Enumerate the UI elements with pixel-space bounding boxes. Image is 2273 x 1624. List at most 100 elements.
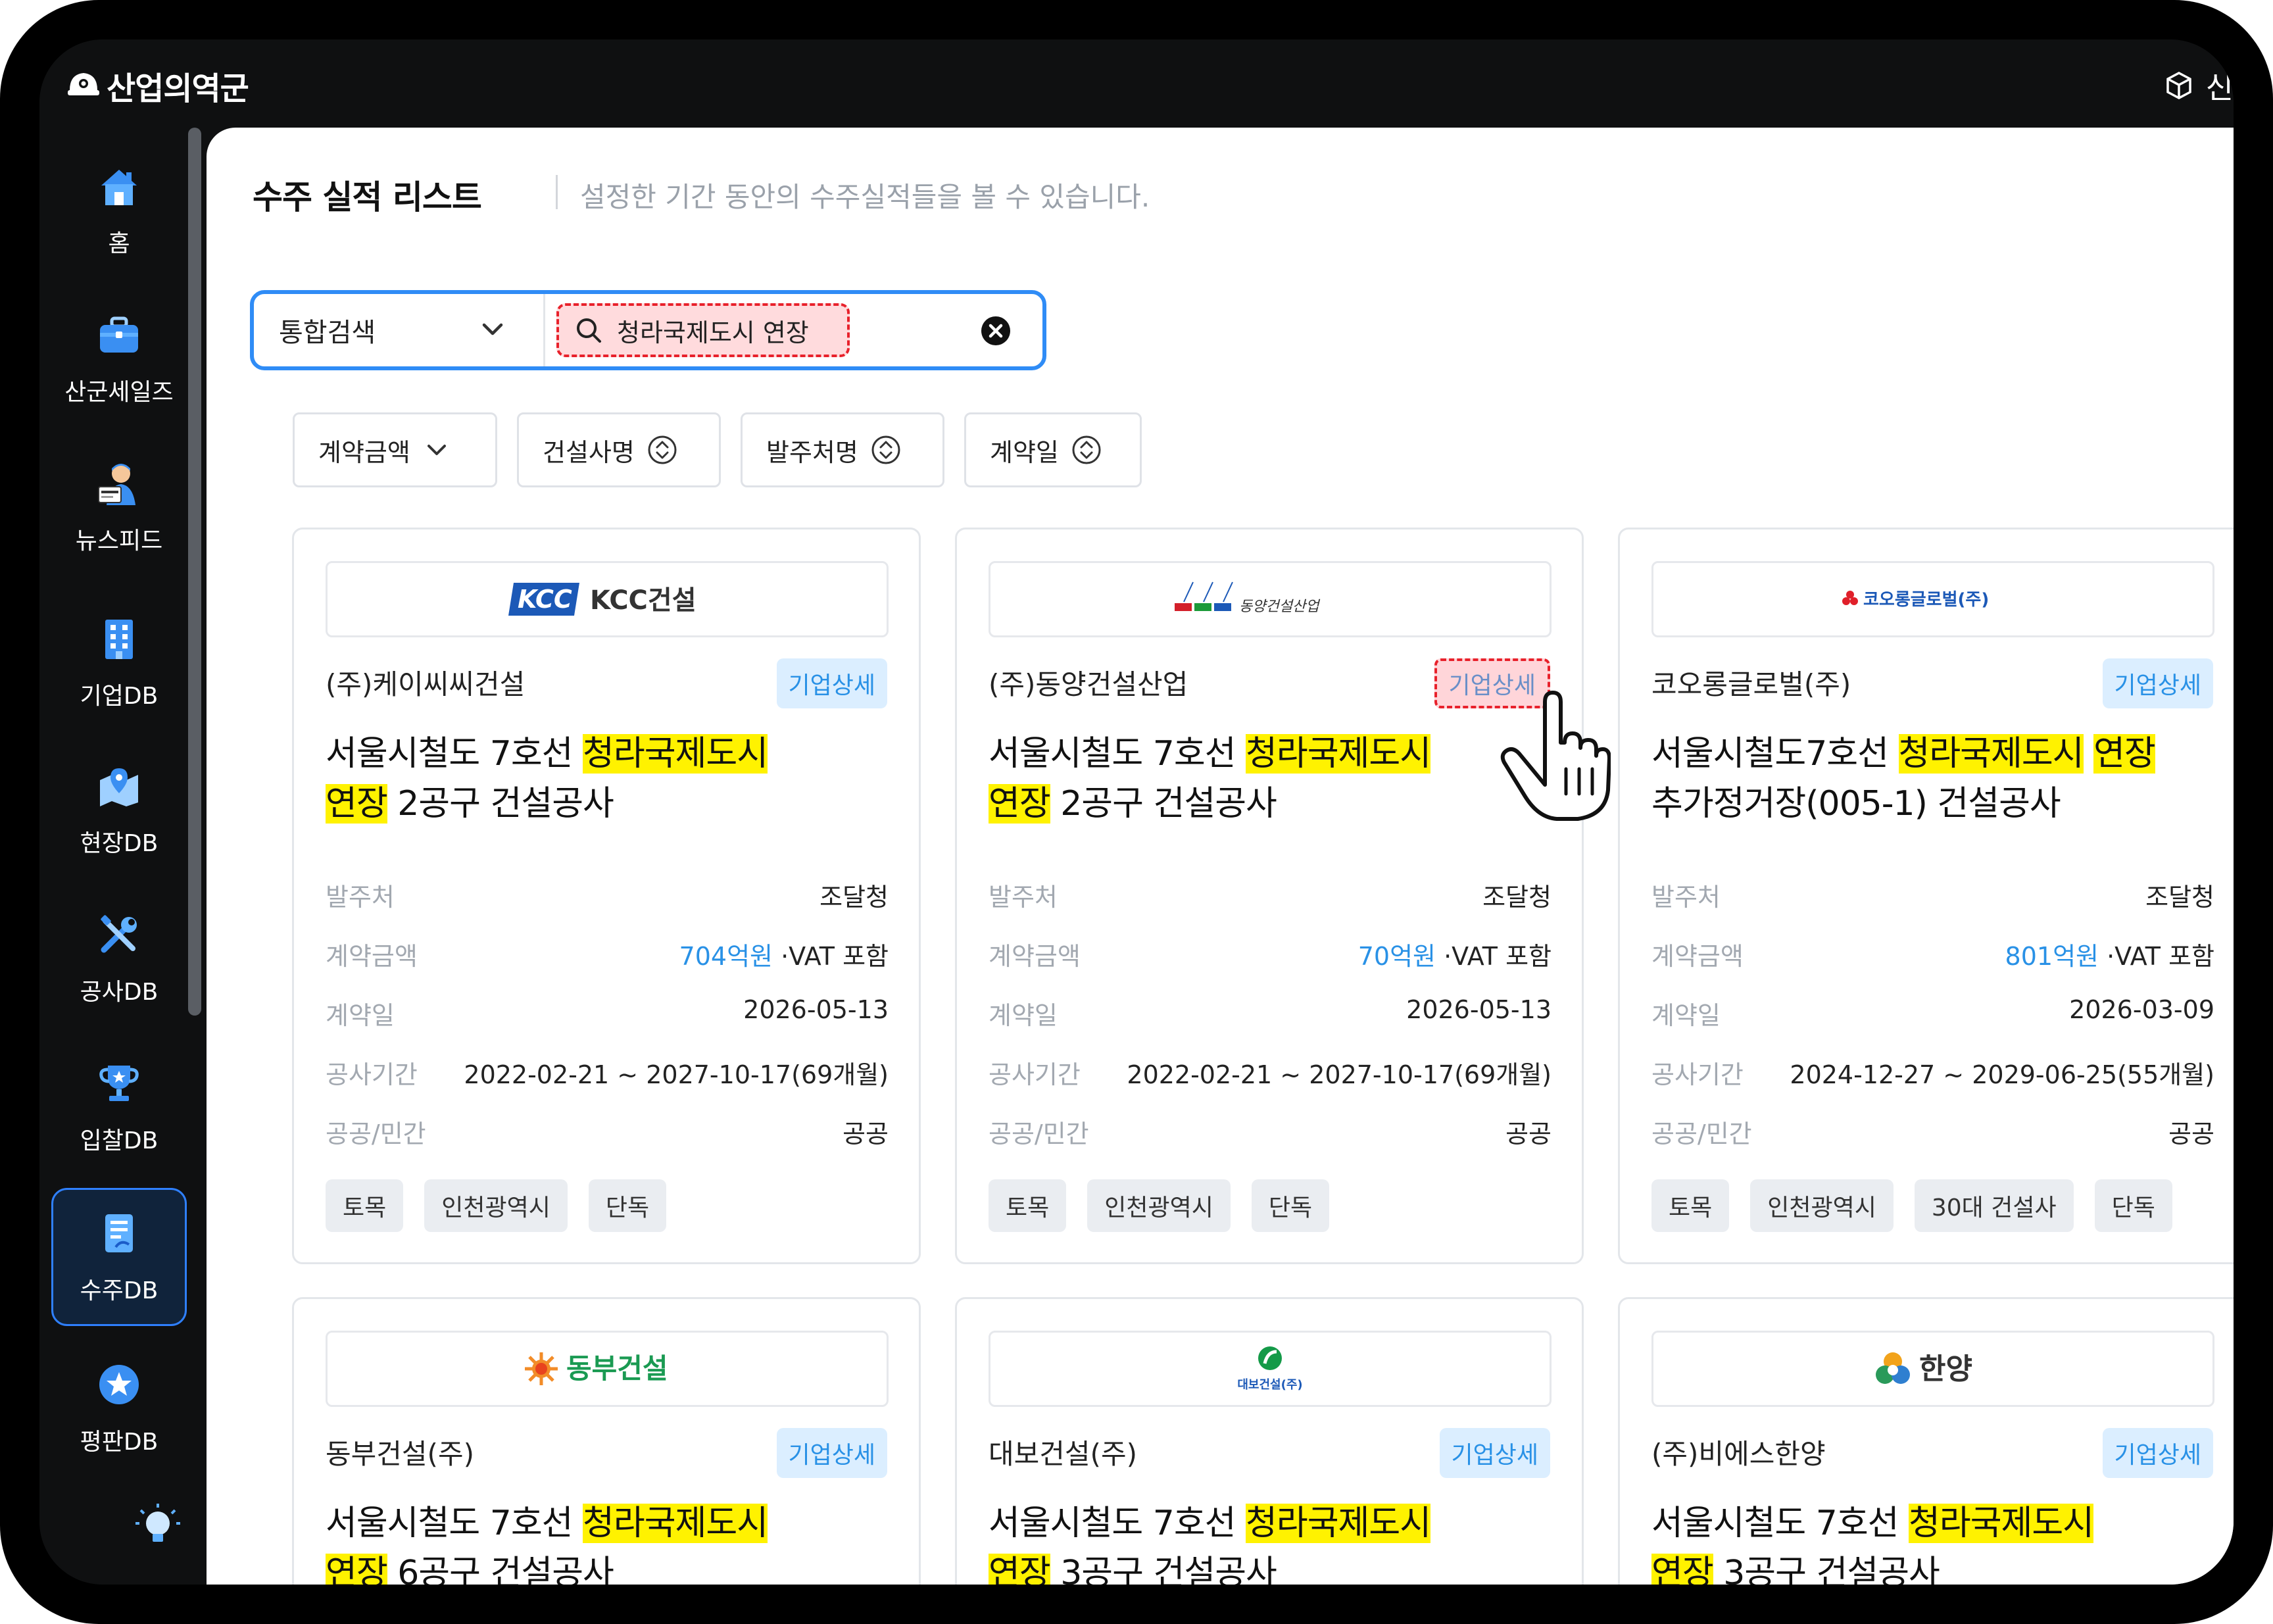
company-detail-button[interactable]: 기업상세 bbox=[1439, 1428, 1550, 1478]
order-card[interactable]: 동부건설 동부건설(주) 기업상세 서울시철도 7호선 청라국제도시 연장 6공구… bbox=[292, 1297, 921, 1585]
helmet-icon bbox=[68, 73, 99, 95]
row-amount: 계약금액 704억원 ·VAT 포함 bbox=[326, 942, 889, 971]
sidebar-item-home[interactable]: 홈 bbox=[51, 141, 187, 279]
tag: 단독 bbox=[1251, 1179, 1330, 1232]
page-subtitle: 설정한 기간 동안의 수주실적들을 볼 수 있습니다. bbox=[580, 181, 1150, 213]
row-period: 공사기간 2024-12-27 ~ 2029-06-25(55개월) bbox=[1651, 1060, 2214, 1089]
news-reporter-icon bbox=[94, 458, 144, 508]
sidebar-item-bid-db[interactable]: 입찰DB bbox=[51, 1038, 187, 1176]
project-title: 서울시철도 7호선 청라국제도시 연장 6공구 건설공사 bbox=[326, 1498, 898, 1585]
home-icon bbox=[94, 161, 144, 211]
box-icon bbox=[2166, 72, 2191, 99]
top-right-menu[interactable]: 신 bbox=[2164, 59, 2234, 112]
filter-client[interactable]: 발주처명 bbox=[741, 412, 944, 487]
page-title: 수주 실적 리스트 bbox=[253, 178, 482, 216]
sort-icon bbox=[648, 435, 677, 464]
filter-construction-company[interactable]: 건설사명 bbox=[517, 412, 721, 487]
company-logo: 대보건설(주) bbox=[989, 1331, 1552, 1407]
main-content: 수주 실적 리스트 설정한 기간 동안의 수주실적들을 볼 수 있습니다. 통합… bbox=[207, 128, 2234, 1585]
kcc-logo: KCC KCC건설 bbox=[508, 583, 697, 616]
row-client: 발주처 조달청 bbox=[989, 883, 1552, 912]
device-frame: 산업의역군 신 홈 산군세일즈 뉴스피드 기업DB 현장DB 공사DB 입찰DB… bbox=[0, 0, 2273, 1624]
lightbulb-icon[interactable] bbox=[133, 1501, 183, 1551]
project-title: 서울시철도 7호선 청라국제도시 연장 3공구 건설공사 bbox=[1651, 1498, 2224, 1585]
sidebar-item-label: 산군세일즈 bbox=[64, 379, 174, 406]
tools-icon bbox=[94, 910, 144, 960]
filter-contract-amount[interactable]: 계약금액 bbox=[293, 412, 497, 487]
tag: 토목 bbox=[989, 1179, 1067, 1232]
filter-contract-date[interactable]: 계약일 bbox=[964, 412, 1142, 487]
tag: 토목 bbox=[1651, 1179, 1730, 1232]
tag: 30대 건설사 bbox=[1914, 1179, 2074, 1232]
search-input[interactable]: 청라국제도시 연장 bbox=[556, 303, 850, 357]
row-client: 발주처 조달청 bbox=[326, 883, 889, 912]
order-card[interactable]: 코오롱글로벌(주) 코오롱글로벌(주) 기업상세 서울시철도7호선 청라국제도시… bbox=[1618, 528, 2234, 1264]
company-detail-button[interactable]: 기업상세 bbox=[776, 658, 887, 708]
sidebar-item-site-db[interactable]: 현장DB bbox=[51, 741, 187, 879]
brand-logo[interactable]: 산업의역군 bbox=[66, 59, 249, 112]
sort-icon bbox=[871, 435, 900, 464]
dongyang-logo: 동양건설산업 bbox=[1175, 581, 1321, 615]
sidebar-item-construction-db[interactable]: 공사DB bbox=[51, 889, 187, 1027]
tag: 토목 bbox=[326, 1179, 404, 1232]
tag-list: 토목 인천광역시 단독 bbox=[989, 1179, 1350, 1232]
tag: 인천광역시 bbox=[424, 1179, 568, 1232]
sidebar-item-label: 기업DB bbox=[80, 683, 159, 710]
tag-list: 토목 인천광역시 단독 bbox=[326, 1179, 687, 1232]
company-logo: 코오롱글로벌(주) bbox=[1651, 561, 2214, 637]
row-period: 공사기간 2022-02-21 ~ 2027-10-17(69개월) bbox=[989, 1060, 1552, 1089]
filter-label: 계약일 bbox=[990, 437, 1059, 467]
filter-label: 건설사명 bbox=[543, 437, 635, 467]
search-divider bbox=[543, 294, 545, 366]
row-date: 계약일 2026-03-09 bbox=[1651, 995, 2214, 1030]
order-card[interactable]: 대보건설(주) 대보건설(주) 기업상세 서울시철도 7호선 청라국제도시 연장 … bbox=[955, 1297, 1584, 1585]
company-name: (주)케이씨씨건설 bbox=[326, 668, 525, 701]
order-card[interactable]: KCC KCC건설 (주)케이씨씨건설 기업상세 서울시철도 7호선 청라국제도… bbox=[292, 528, 921, 1264]
order-card[interactable]: 동양건설산업 (주)동양건설산업 기업상세 서울시철도 7호선 청라국제도시 연장… bbox=[955, 528, 1584, 1264]
sidebar-item-label: 공사DB bbox=[80, 979, 159, 1006]
app-screen: 산업의역군 신 홈 산군세일즈 뉴스피드 기업DB 현장DB 공사DB 입찰DB… bbox=[39, 39, 2234, 1585]
tag: 인천광역시 bbox=[1750, 1179, 1894, 1232]
search-scope-select[interactable]: 통합검색 bbox=[279, 294, 376, 366]
sidebar-scrollbar[interactable] bbox=[188, 128, 201, 1016]
company-name: 코오롱글로벌(주) bbox=[1651, 668, 1851, 701]
chevron-down-icon[interactable] bbox=[477, 314, 508, 347]
daebo-logo: 대보건설(주) bbox=[1237, 1346, 1303, 1392]
row-amount: 계약금액 801억원 ·VAT 포함 bbox=[1651, 942, 2214, 971]
company-detail-button[interactable]: 기업상세 bbox=[2102, 1428, 2213, 1478]
company-name: 동부건설(주) bbox=[326, 1438, 474, 1470]
order-card[interactable]: 한양 (주)비에스한양 기업상세 서울시철도 7호선 청라국제도시 연장 3공구 … bbox=[1618, 1297, 2234, 1585]
hanyang-logo: 한양 bbox=[1876, 1352, 1972, 1386]
company-detail-button[interactable]: 기업상세 bbox=[2102, 658, 2213, 708]
sidebar-item-label: 뉴스피드 bbox=[75, 528, 163, 554]
row-date: 계약일 2026-05-13 bbox=[326, 995, 889, 1030]
sidebar-item-company-db[interactable]: 기업DB bbox=[51, 593, 187, 731]
search-query: 청라국제도시 연장 bbox=[617, 318, 809, 347]
project-title: 서울시철도 7호선 청라국제도시 연장 3공구 건설공사 bbox=[989, 1498, 1561, 1585]
project-title: 서울시철도 7호선 청라국제도시 연장 2공구 건설공사 bbox=[989, 734, 1431, 824]
kolon-logo: 코오롱글로벌(주) bbox=[1842, 590, 1989, 610]
sidebar-item-reputation-db[interactable]: 평판DB bbox=[51, 1339, 187, 1477]
company-name: (주)비에스한양 bbox=[1651, 1438, 1826, 1470]
sidebar-item-label: 평판DB bbox=[80, 1429, 159, 1456]
company-logo: KCC KCC건설 bbox=[326, 561, 889, 637]
pointer-hand-icon bbox=[1499, 686, 1611, 827]
row-date: 계약일 2026-05-13 bbox=[989, 995, 1552, 1030]
svg-text:동양건설산업: 동양건설산업 bbox=[1239, 599, 1321, 615]
project-title: 서울시철도7호선 청라국제도시 연장 추가정거장(005-1) 건설공사 bbox=[1651, 734, 2156, 824]
sidebar-item-label: 수주DB bbox=[80, 1277, 159, 1304]
tag: 단독 bbox=[588, 1179, 667, 1232]
tag: 인천광역시 bbox=[1087, 1179, 1231, 1232]
svg-text:한양: 한양 bbox=[1919, 1352, 1972, 1386]
star-badge-icon bbox=[94, 1360, 144, 1410]
sidebar-item-order-db[interactable]: 수주DB bbox=[51, 1188, 187, 1326]
company-logo: 동양건설산업 bbox=[989, 561, 1552, 637]
company-name: 대보건설(주) bbox=[989, 1438, 1137, 1470]
sidebar-item-sangun-sales[interactable]: 산군세일즈 bbox=[51, 289, 187, 428]
sidebar-item-label: 현장DB bbox=[80, 830, 159, 857]
sidebar-item-newsfeed[interactable]: 뉴스피드 bbox=[51, 438, 187, 576]
title-divider bbox=[556, 175, 558, 209]
dongbu-logo: 동부건설 bbox=[525, 1352, 668, 1385]
clear-search-icon[interactable] bbox=[980, 315, 1012, 349]
company-detail-button[interactable]: 기업상세 bbox=[776, 1428, 887, 1478]
